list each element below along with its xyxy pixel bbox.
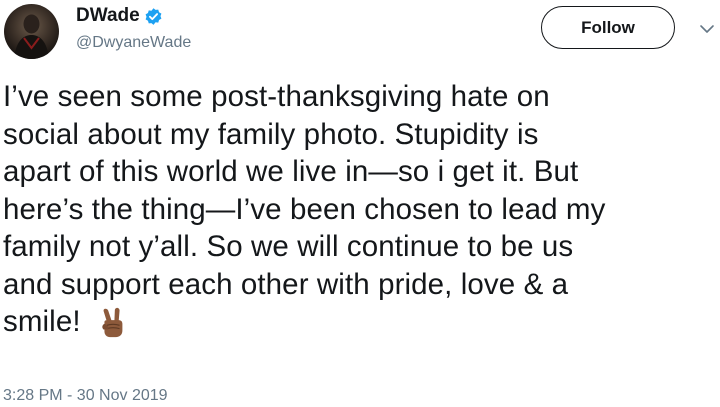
avatar[interactable] (4, 4, 59, 59)
avatar-silhouette (14, 14, 49, 59)
author-handle[interactable]: @DwyaneWade (76, 34, 191, 52)
tweet-line-text: smile! (3, 305, 81, 338)
tweet-line: and support each other with pride, love … (3, 267, 569, 301)
author-display-name[interactable]: DWade (76, 5, 140, 27)
tweet-last-line: smile! (3, 303, 715, 341)
verified-badge-icon (145, 7, 162, 25)
tweet-line: apart of this world we live in—so i get … (3, 155, 579, 188)
tweet-line: I’ve seen some post-thanksgiving hate on (3, 80, 550, 113)
tweet-line: social about my family photo. Stupidity … (3, 117, 539, 151)
tweet-line: here’s the thing—I’ve been chosen to lea… (3, 192, 606, 226)
follow-button[interactable]: Follow (541, 6, 675, 49)
chevron-down-icon[interactable] (698, 20, 716, 38)
tweet-text: I’ve seen some post-thanksgiving hate on… (3, 78, 715, 341)
victory-hand-icon (101, 307, 123, 338)
author-display-name-row[interactable]: DWade (76, 5, 163, 27)
tweet-timestamp[interactable]: 3:28 PM - 30 Nov 2019 (3, 387, 168, 405)
tweet-line: family not y’all. So we will continue to… (3, 230, 574, 263)
